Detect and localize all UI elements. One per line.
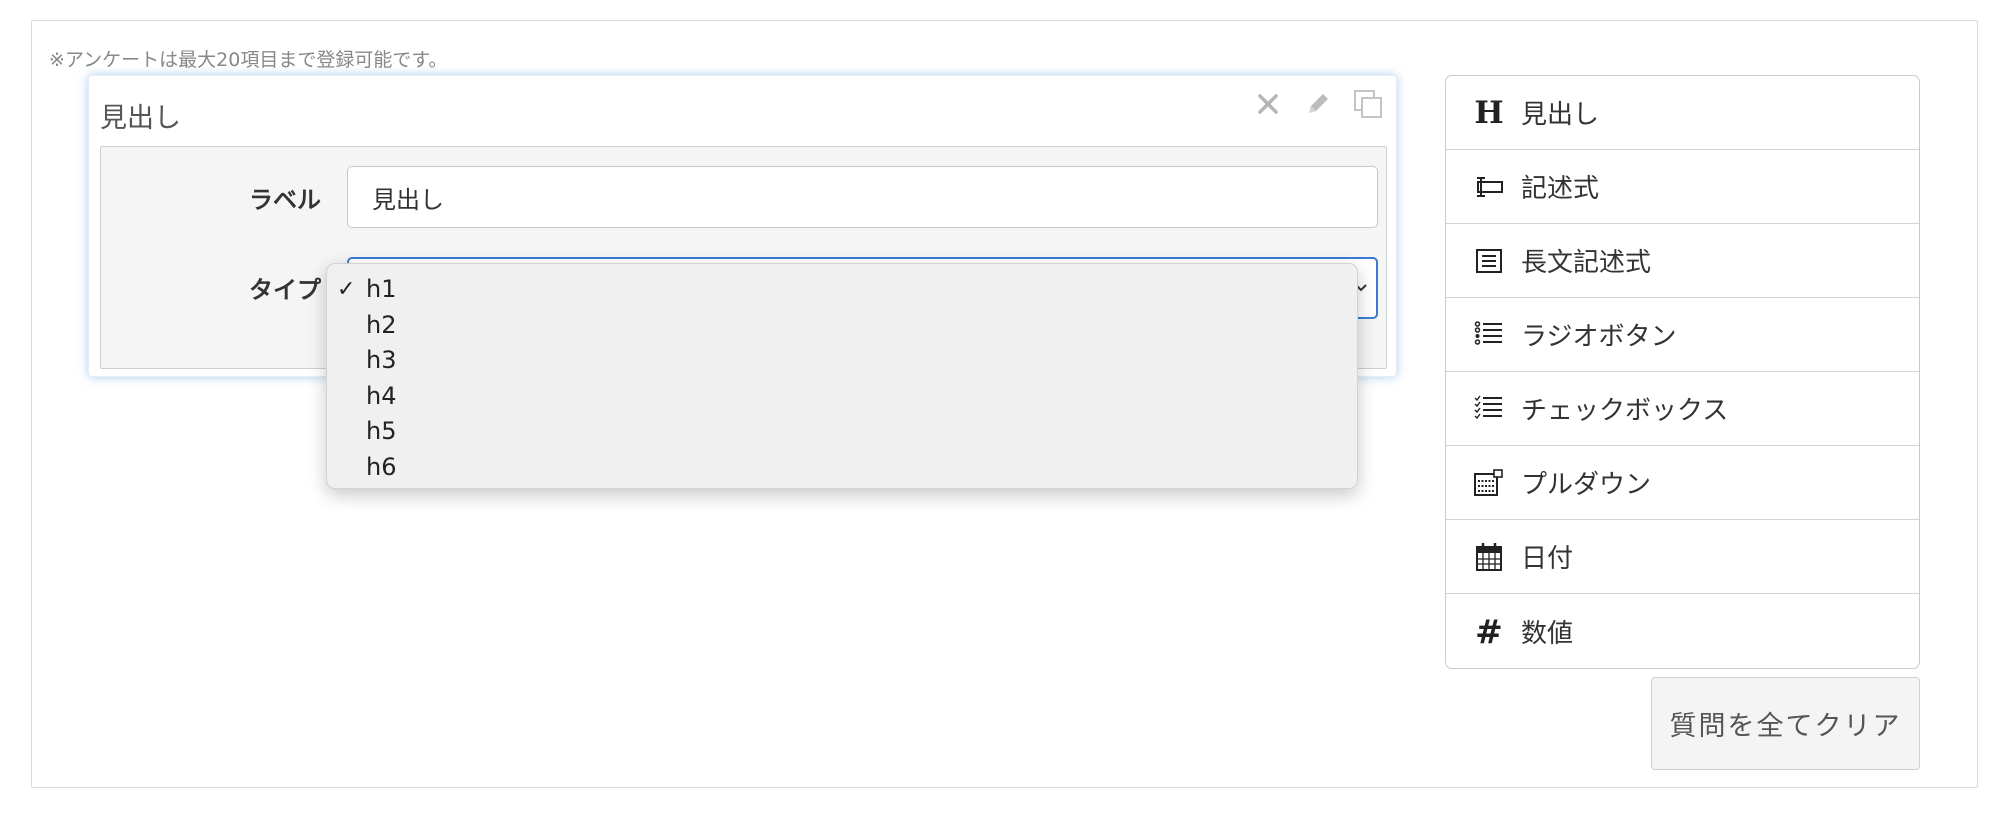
calendar-icon	[1468, 542, 1510, 572]
dropdown-icon	[1468, 468, 1510, 497]
question-type-palette: H 見出し 記述式 長文記述式 ラジオボタン チェックボックス プルダウン 日付…	[1445, 75, 1920, 669]
palette-item-label: 長文記述式	[1521, 248, 1652, 278]
text-input-icon	[1468, 176, 1510, 198]
palette-item-label: チェックボックス	[1521, 396, 1729, 426]
question-card-actions	[1252, 88, 1384, 120]
palette-item-number[interactable]: # 数値	[1446, 594, 1919, 668]
max-items-note: ※アンケートは最大20項目まで登録可能です。	[49, 49, 448, 71]
checkbox-list-icon	[1468, 395, 1510, 423]
radio-list-icon	[1468, 320, 1510, 349]
palette-item-radio[interactable]: ラジオボタン	[1446, 298, 1919, 372]
palette-item-label: ラジオボタン	[1521, 322, 1677, 352]
heading-icon: H	[1474, 94, 1504, 131]
palette-item-checkbox[interactable]: チェックボックス	[1446, 372, 1919, 446]
hash-icon: #	[1475, 611, 1503, 651]
type-option-h3[interactable]: h3	[327, 343, 1357, 379]
palette-item-label: プルダウン	[1521, 470, 1652, 500]
palette-item-text[interactable]: 記述式	[1446, 150, 1919, 224]
label-field-label: ラベル	[249, 186, 321, 214]
textarea-icon	[1468, 248, 1510, 274]
copy-icon[interactable]	[1352, 88, 1384, 120]
type-option-h5[interactable]: h5	[327, 414, 1357, 450]
label-input[interactable]	[347, 166, 1378, 228]
type-field-label: タイプ	[249, 276, 321, 304]
type-option-h4[interactable]: h4	[327, 379, 1357, 415]
type-option-h2[interactable]: h2	[327, 308, 1357, 344]
type-dropdown-menu: ✓ h1 h2 h3 h4 h5 h6	[326, 263, 1358, 489]
question-card-title: 見出し	[100, 103, 181, 134]
clear-all-questions-button[interactable]: 質問を全てクリア	[1651, 677, 1920, 770]
palette-item-label: 見出し	[1521, 100, 1600, 130]
palette-item-date[interactable]: 日付	[1446, 520, 1919, 594]
palette-item-heading[interactable]: H 見出し	[1446, 76, 1919, 150]
close-icon[interactable]	[1252, 88, 1284, 120]
checkmark-icon: ✓	[337, 277, 356, 302]
type-option-h1[interactable]: ✓ h1	[327, 272, 1357, 308]
palette-item-label: 記述式	[1521, 174, 1600, 204]
palette-item-textarea[interactable]: 長文記述式	[1446, 224, 1919, 298]
type-option-h6[interactable]: h6	[327, 450, 1357, 486]
palette-item-label: 数値	[1521, 618, 1574, 649]
pencil-icon[interactable]	[1302, 88, 1334, 120]
palette-item-label: 日付	[1521, 544, 1574, 574]
palette-item-dropdown[interactable]: プルダウン	[1446, 446, 1919, 520]
